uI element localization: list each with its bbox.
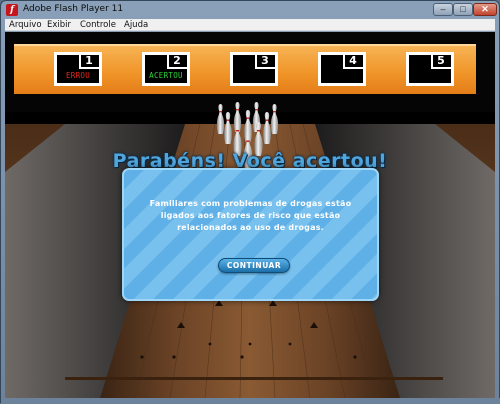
- score-frame-5: 5: [406, 52, 454, 86]
- frame-number: 3: [261, 54, 269, 67]
- score-frame-4: 4: [318, 52, 366, 86]
- title-bar[interactable]: f Adobe Flash Player 11 – □ ✕: [1, 1, 499, 19]
- continue-button[interactable]: CONTINUAR: [218, 258, 290, 273]
- menu-exibir[interactable]: Exibir: [47, 19, 71, 31]
- score-frame-inner: 4: [321, 55, 363, 83]
- score-frame-1: 1 ERROU: [54, 52, 102, 86]
- menu-controle[interactable]: Controle: [80, 19, 116, 31]
- window-title: Adobe Flash Player 11: [23, 4, 124, 14]
- game-stage: 1 ERROU 2 ACERTOU 3 4 5 Parabéns! Você a…: [5, 32, 495, 398]
- score-frame-inner: 5: [409, 55, 451, 83]
- feedback-dialog: Familiares com problemas de drogas estão…: [122, 168, 379, 301]
- menu-arquivo[interactable]: Arquivo: [9, 19, 42, 31]
- menu-ajuda[interactable]: Ajuda: [124, 19, 148, 31]
- maximize-button[interactable]: □: [453, 3, 473, 16]
- score-frame-2: 2 ACERTOU: [142, 52, 190, 86]
- score-frame-inner: 2 ACERTOU: [145, 55, 187, 83]
- score-frame-inner: 3: [233, 55, 275, 83]
- frame-number: 5: [437, 54, 445, 67]
- flash-player-window: f Adobe Flash Player 11 – □ ✕ Arquivo Ex…: [0, 0, 500, 404]
- frame-status-errou: ERROU: [65, 71, 91, 80]
- window-bottom-border: [1, 398, 500, 404]
- frame-number: 4: [349, 54, 357, 67]
- close-button[interactable]: ✕: [473, 3, 497, 16]
- feedback-message: Familiares com problemas de drogas estão…: [149, 199, 352, 232]
- frame-number: 1: [85, 54, 93, 67]
- frame-number: 2: [173, 54, 181, 67]
- menu-bar: Arquivo Exibir Controle Ajuda: [5, 19, 495, 31]
- minimize-button[interactable]: –: [433, 3, 453, 16]
- frame-status-acertou: ACERTOU: [149, 71, 183, 80]
- score-frame-3: 3: [230, 52, 278, 86]
- flash-app-icon: f: [6, 4, 18, 16]
- scoreboard: 1 ERROU 2 ACERTOU 3 4 5: [14, 44, 476, 94]
- score-frame-inner: 1 ERROU: [57, 55, 99, 83]
